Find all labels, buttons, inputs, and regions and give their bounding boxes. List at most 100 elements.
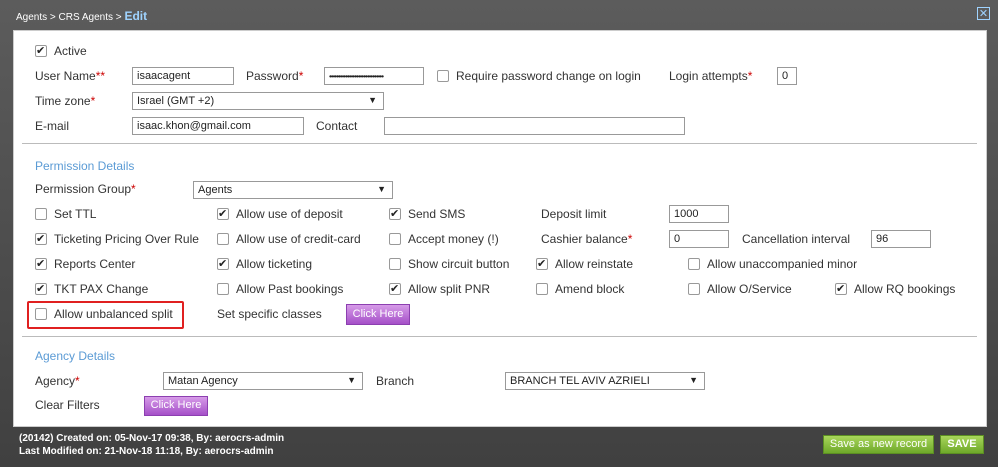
tkt-pax-change-label: TKT PAX Change: [54, 282, 149, 296]
permission-group-select[interactable]: Agents ▼: [193, 181, 393, 199]
set-classes-label: Set specific classes: [217, 307, 322, 321]
show-circuit-checkbox[interactable]: [389, 258, 401, 270]
created-info: (20142) Created on: 05-Nov-17 09:38, By:…: [19, 433, 285, 444]
dialog-window: Agents > CRS Agents > Edit ✕ Active User…: [0, 0, 998, 467]
cashier-balance-input[interactable]: [669, 230, 729, 248]
cancellation-interval-input[interactable]: [871, 230, 931, 248]
allow-rq-label: Allow RQ bookings: [854, 282, 956, 296]
chevron-down-icon: ▼: [347, 375, 356, 385]
chevron-down-icon: ▼: [377, 184, 386, 194]
breadcrumb-current: Edit: [124, 9, 148, 23]
agency-select[interactable]: Matan Agency ▼: [163, 372, 363, 390]
divider: [22, 336, 977, 337]
password-label-text: Password: [246, 69, 299, 83]
login-attempts-label: Login attempts*: [669, 69, 752, 83]
allow-split-pnr-label: Allow split PNR: [408, 282, 491, 296]
active-label: Active: [54, 44, 87, 58]
email-input[interactable]: [132, 117, 304, 135]
send-sms-label: Send SMS: [408, 207, 466, 221]
allow-oservice-checkbox[interactable]: [688, 283, 700, 295]
allow-credit-label: Allow use of credit-card: [236, 232, 361, 246]
password-label: Password*: [246, 69, 303, 83]
allow-ticketing-checkbox[interactable]: [217, 257, 229, 270]
ticketing-pricing-label: Ticketing Pricing Over Rule: [54, 232, 199, 246]
close-icon[interactable]: ✕: [977, 7, 990, 20]
accept-money-checkbox[interactable]: [389, 233, 401, 245]
agency-value: Matan Agency: [168, 375, 238, 387]
active-checkbox[interactable]: [35, 44, 47, 57]
permission-details-title: Permission Details: [35, 159, 135, 173]
save-as-new-button[interactable]: Save as new record: [823, 435, 934, 454]
require-pw-change-checkbox[interactable]: [437, 70, 449, 82]
divider: [22, 143, 977, 144]
clear-filters-label: Clear Filters: [35, 398, 100, 412]
breadcrumb-crs-agents[interactable]: CRS Agents: [59, 12, 113, 23]
reports-center-label: Reports Center: [54, 257, 136, 271]
allow-deposit-checkbox[interactable]: [217, 207, 229, 220]
require-pw-change-label: Require password change on login: [456, 69, 641, 83]
allow-past-checkbox[interactable]: [217, 283, 229, 295]
permission-group-label-text: Permission Group: [35, 182, 132, 196]
set-ttl-checkbox[interactable]: [35, 208, 47, 220]
allow-deposit-label: Allow use of deposit: [236, 207, 343, 221]
username-input[interactable]: [132, 67, 234, 85]
required-mark: *: [131, 182, 136, 196]
set-classes-button[interactable]: Click Here: [346, 304, 410, 325]
username-label-text: User Name: [35, 69, 96, 83]
permission-group-label: Permission Group*: [35, 182, 136, 196]
timezone-select[interactable]: Israel (GMT +2) ▼: [132, 92, 384, 110]
required-mark: *: [627, 232, 633, 246]
contact-input[interactable]: [384, 117, 685, 135]
clear-filters-button[interactable]: Click Here: [144, 396, 208, 416]
permission-group-value: Agents: [198, 184, 233, 196]
allow-split-pnr-checkbox[interactable]: [389, 282, 401, 295]
allow-past-label: Allow Past bookings: [236, 282, 344, 296]
login-attempts-label-text: Login attempts: [669, 69, 748, 83]
required-mark: *: [90, 94, 96, 108]
tkt-pax-change-checkbox[interactable]: [35, 282, 47, 295]
allow-reinstate-label: Allow reinstate: [555, 257, 634, 271]
form-panel: Active User Name** Password* Require pas…: [13, 30, 987, 427]
allow-unaccompanied-checkbox[interactable]: [688, 258, 700, 270]
send-sms-checkbox[interactable]: [389, 207, 401, 220]
breadcrumb-sep: >: [47, 12, 59, 23]
amend-block-checkbox[interactable]: [536, 283, 548, 295]
modified-info: Last Modified on: 21-Nov-18 11:18, By: a…: [19, 446, 274, 457]
set-ttl-label: Set TTL: [54, 207, 97, 221]
cancellation-interval-label: Cancellation interval: [742, 232, 851, 246]
branch-label: Branch: [376, 374, 415, 388]
allow-oservice-label: Allow O/Service: [707, 282, 792, 296]
deposit-limit-input[interactable]: [669, 205, 729, 223]
allow-unaccompanied-label: Allow unaccompanied minor: [707, 257, 858, 271]
required-mark: **: [95, 69, 106, 83]
allow-credit-checkbox[interactable]: [217, 233, 229, 245]
deposit-limit-label: Deposit limit: [541, 207, 607, 221]
chevron-down-icon: ▼: [689, 375, 698, 385]
required-mark: *: [75, 374, 80, 388]
cashier-balance-label-text: Cashier balance: [541, 232, 628, 246]
branch-select[interactable]: BRANCH TEL AVIV AZRIELI ▼: [505, 372, 705, 390]
timezone-label: Time zone*: [35, 94, 95, 108]
amend-block-label: Amend block: [555, 282, 625, 296]
breadcrumb: Agents > CRS Agents > Edit: [16, 9, 147, 23]
timezone-label-text: Time zone: [35, 94, 91, 108]
allow-reinstate-checkbox[interactable]: [536, 257, 548, 270]
allow-unbalanced-checkbox[interactable]: [35, 308, 47, 320]
breadcrumb-agents[interactable]: Agents: [16, 12, 47, 23]
contact-label: Contact: [316, 119, 358, 133]
accept-money-label: Accept money (!): [408, 232, 499, 246]
allow-rq-checkbox[interactable]: [835, 282, 847, 295]
login-attempts-input[interactable]: [777, 67, 797, 85]
save-button[interactable]: SAVE: [940, 435, 984, 454]
required-mark: *: [747, 69, 753, 83]
allow-ticketing-label: Allow ticketing: [236, 257, 313, 271]
allow-unbalanced-label: Allow unbalanced split: [54, 307, 173, 321]
timezone-value: Israel (GMT +2): [137, 95, 215, 107]
email-label: E-mail: [35, 119, 70, 133]
reports-center-checkbox[interactable]: [35, 257, 47, 270]
ticketing-pricing-checkbox[interactable]: [35, 232, 47, 245]
title-bar: Agents > CRS Agents > Edit ✕: [0, 0, 998, 30]
password-input[interactable]: [324, 67, 424, 85]
chevron-down-icon: ▼: [368, 95, 377, 105]
breadcrumb-sep: >: [113, 12, 125, 23]
